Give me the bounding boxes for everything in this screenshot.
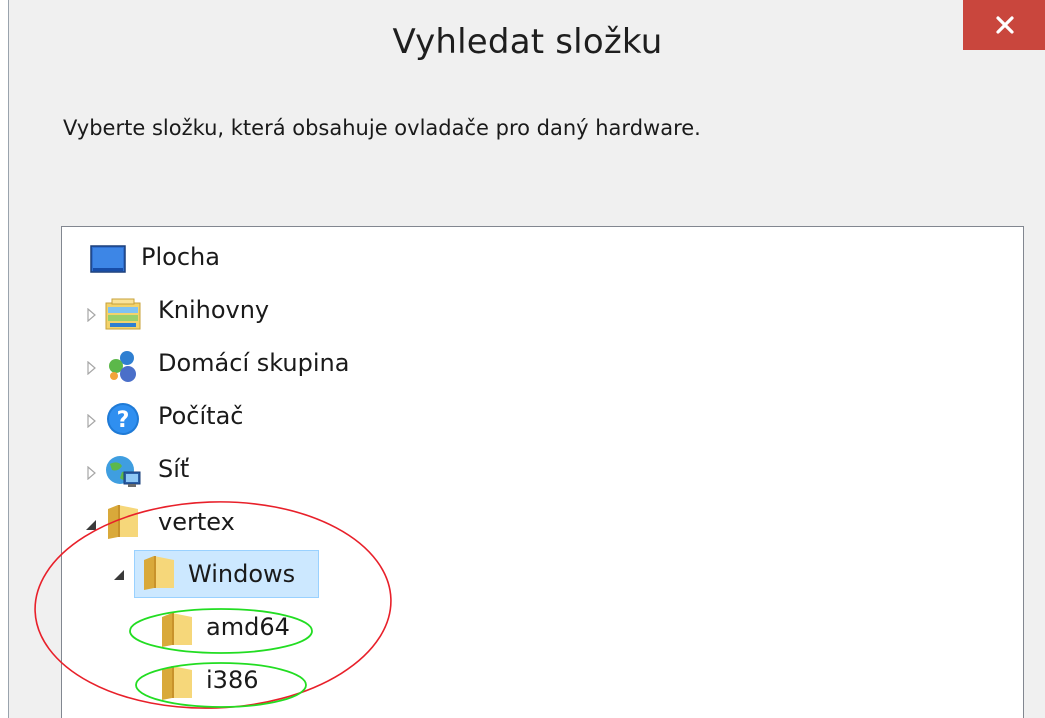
browse-folder-dialog: Vyhledat složku Vyberte složku, která ob… — [8, 0, 1045, 718]
dialog-prompt: Vyberte složku, která obsahuje ovladače … — [63, 116, 701, 140]
expand-arrow-icon[interactable] — [85, 308, 99, 322]
title-bar: Vyhledat složku — [9, 0, 1045, 92]
tree-item-vertex[interactable]: vertex — [158, 508, 235, 536]
dialog-title: Vyhledat složku — [392, 22, 663, 62]
folder-icon — [160, 611, 194, 653]
folder-icon — [106, 503, 140, 545]
desktop-icon — [90, 245, 126, 277]
tree-item-pocitac[interactable]: Počítač — [158, 402, 243, 430]
network-icon — [104, 454, 142, 494]
svg-text:?: ? — [117, 408, 130, 433]
homegroup-icon — [104, 348, 140, 388]
tree-item-knihovny[interactable]: Knihovny — [158, 296, 269, 324]
expand-arrow-icon[interactable] — [85, 466, 99, 480]
expand-arrow-icon[interactable] — [85, 361, 99, 375]
collapse-arrow-icon[interactable] — [84, 518, 98, 532]
tree-item-i386[interactable]: i386 — [206, 666, 258, 694]
folder-icon — [142, 554, 176, 596]
expand-arrow-icon[interactable] — [85, 414, 99, 428]
close-button[interactable] — [963, 0, 1045, 50]
collapse-arrow-icon[interactable] — [112, 568, 126, 582]
close-icon — [995, 16, 1014, 34]
folder-tree[interactable]: Plocha Knihovny Domácí skupina ? Počítač… — [61, 226, 1024, 718]
folder-icon — [160, 664, 194, 706]
tree-item-plocha[interactable]: Plocha — [141, 243, 220, 271]
tree-item-domaci-skupina[interactable]: Domácí skupina — [158, 349, 349, 377]
tree-item-windows[interactable]: Windows — [188, 560, 295, 588]
tree-item-amd64[interactable]: amd64 — [206, 613, 290, 641]
tree-item-sit[interactable]: Síť — [158, 455, 189, 483]
help-icon: ? — [106, 402, 140, 440]
libraries-icon — [104, 297, 142, 335]
